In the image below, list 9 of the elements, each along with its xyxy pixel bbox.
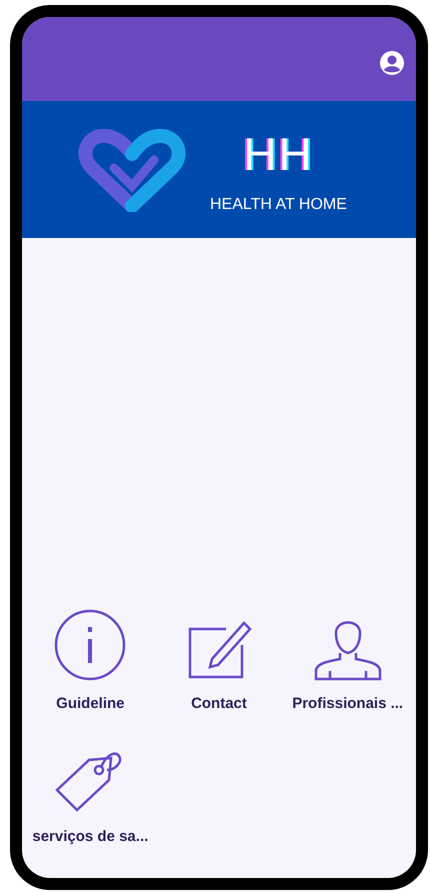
menu-tile[interactable]: Profissionais ...: [283, 607, 412, 716]
account-icon[interactable]: [380, 51, 404, 75]
brand-title: HH: [243, 130, 314, 176]
menu-tile[interactable]: Contact: [154, 607, 284, 716]
menu-tile[interactable]: serviços de sa...: [26, 740, 155, 848]
brand-subtitle: HEALTH AT HOME: [210, 194, 347, 214]
info-icon: [54, 609, 126, 681]
menu-tile[interactable]: Guideline: [26, 607, 155, 716]
heart-logo-icon: [78, 128, 186, 212]
